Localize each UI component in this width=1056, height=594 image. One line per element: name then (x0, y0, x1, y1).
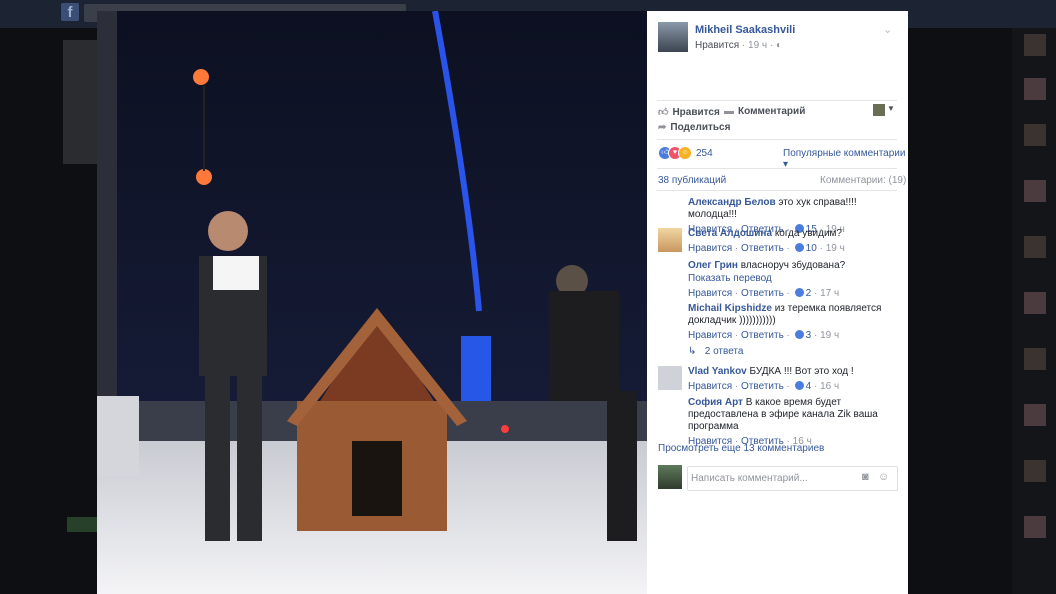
divider (657, 139, 897, 140)
like-badge-icon (794, 243, 804, 252)
comment-like-link[interactable]: Нравится (688, 330, 732, 341)
stage-photo-illustration (97, 11, 647, 594)
reaction-count[interactable]: 254 (696, 148, 713, 159)
like-button[interactable]: 👍︎ Нравится (658, 106, 720, 118)
current-user-avatar (658, 465, 682, 489)
comment-meta: Нравится · Ответить · 3 · 19 ч (688, 330, 840, 341)
comment-author[interactable]: София Арт (688, 397, 743, 408)
comment-item: Света Алдошина когда увидим? Нравится · … (688, 228, 898, 255)
commenter-avatar[interactable] (658, 366, 682, 390)
globe-icon: ◐ (776, 40, 783, 51)
background-avatar (1024, 124, 1046, 146)
comment-meta: Нравится · Ответить · 10 · 19 ч (688, 243, 845, 254)
haha-reaction-icon: ☺ (678, 146, 692, 160)
share-button-label: Поделиться (670, 122, 731, 133)
comment-button[interactable]: ▬ Комментарий (724, 106, 805, 117)
emoji-icon[interactable]: ☺ (878, 471, 889, 483)
author-avatar[interactable] (658, 22, 688, 52)
background-avatar (1024, 460, 1046, 482)
background-avatar (1024, 180, 1046, 202)
background-profile-photo (63, 40, 99, 164)
background-avatar (1024, 34, 1046, 56)
post-meta: Нравится · 19 ч · ◐ (695, 40, 783, 51)
comment-item: Олег Грин власноруч збудована? Показать … (688, 260, 898, 300)
comments-count: Комментарии: (19) (820, 175, 907, 186)
comment-meta: Нравится · Ответить · 2 · 17 ч (688, 288, 840, 299)
comment-like-count[interactable]: 10 (806, 243, 817, 254)
post-side-panel: Mikheil Saakashvili Нравится · 19 ч · ◐ … (647, 11, 908, 594)
comment-like-count[interactable]: 3 (806, 330, 812, 341)
comment-reply-link[interactable]: Ответить (741, 243, 784, 254)
facebook-logo-icon: f (61, 3, 79, 21)
comment-time[interactable]: 17 ч (820, 288, 839, 299)
page-selector-avatar[interactable] (873, 104, 885, 116)
background-avatar (1024, 348, 1046, 370)
post-like-link[interactable]: Нравится (695, 40, 739, 51)
background-button (67, 517, 97, 532)
comment-input[interactable]: Написать комментарий... ◙ ☺ (687, 466, 898, 491)
comment-meta: Нравится · Ответить · 4 · 16 ч (688, 381, 840, 392)
comment-text: БУДКА !!! Вот это ход ! (749, 366, 854, 377)
show-translation-link[interactable]: Показать перевод (688, 273, 898, 285)
like-badge-icon (794, 288, 804, 297)
sort-comments-dropdown[interactable]: Популярные комментарии ▾ (783, 148, 908, 170)
like-button-label: Нравится (672, 107, 720, 118)
publications-count[interactable]: 38 публикаций (658, 175, 726, 186)
comment-button-label: Комментарий (738, 106, 806, 117)
divider (657, 168, 897, 169)
comment-icon: ▬ (724, 106, 734, 117)
background-avatar (1024, 78, 1046, 100)
like-badge-icon (794, 381, 804, 390)
background-avatar (1024, 292, 1046, 314)
divider (657, 190, 897, 191)
background-avatar (1024, 236, 1046, 258)
comment-like-count[interactable]: 2 (806, 288, 812, 299)
comment-text: когда увидим? (774, 228, 842, 239)
author-name[interactable]: Mikheil Saakashvili (695, 24, 795, 36)
background-avatar (1024, 516, 1046, 538)
view-replies-label: 2 ответа (704, 346, 744, 357)
comment-like-count[interactable]: 4 (806, 381, 812, 392)
post-time[interactable]: 19 ч (748, 40, 767, 51)
post-photo[interactable] (97, 11, 647, 594)
comment-reply-link[interactable]: Ответить (741, 288, 784, 299)
view-replies-link[interactable]: ↳ 2 ответа (688, 346, 743, 357)
background-avatar (1024, 404, 1046, 426)
chevron-down-icon[interactable]: ⌄ (883, 23, 892, 36)
comment-item: София Арт В какое время будет предоставл… (688, 397, 898, 448)
comment-time[interactable]: 19 ч (820, 330, 839, 341)
caret-down-icon[interactable]: ▼ (887, 104, 895, 113)
comment-item: Vlad Yankov БУДКА !!! Вот это ход ! Нрав… (688, 366, 898, 393)
comment-item: Michail Kipshidze из теремка появляется … (688, 303, 898, 342)
share-icon: ➦ (658, 122, 667, 133)
comment-like-link[interactable]: Нравится (688, 288, 732, 299)
comment-like-link[interactable]: Нравится (688, 243, 732, 254)
comment-text: власноруч збудована? (740, 260, 846, 271)
comment-author[interactable]: Александр Белов (688, 197, 776, 208)
comment-author[interactable]: Света Алдошина (688, 228, 772, 239)
comment-time[interactable]: 19 ч (826, 243, 845, 254)
commenter-avatar[interactable] (658, 228, 682, 252)
camera-icon[interactable]: ◙ (862, 471, 869, 483)
comment-time[interactable]: 16 ч (820, 381, 839, 392)
thumbs-up-icon: 👍︎ (658, 107, 669, 118)
comment-author[interactable]: Michail Kipshidze (688, 303, 772, 314)
like-badge-icon (794, 330, 804, 339)
comment-author[interactable]: Олег Грин (688, 260, 738, 271)
share-button[interactable]: ➦ Поделиться (658, 122, 730, 133)
view-more-comments-link[interactable]: Просмотреть еще 13 комментариев (658, 443, 824, 454)
comment-reply-link[interactable]: Ответить (741, 381, 784, 392)
comment-author[interactable]: Vlad Yankov (688, 366, 747, 377)
comment-like-link[interactable]: Нравится (688, 381, 732, 392)
comment-input-placeholder: Написать комментарий... (691, 473, 808, 484)
divider (657, 100, 897, 101)
sort-comments-label: Популярные комментарии (783, 148, 906, 159)
reply-arrow-icon: ↳ (688, 346, 697, 357)
comment-reply-link[interactable]: Ответить (741, 330, 784, 341)
